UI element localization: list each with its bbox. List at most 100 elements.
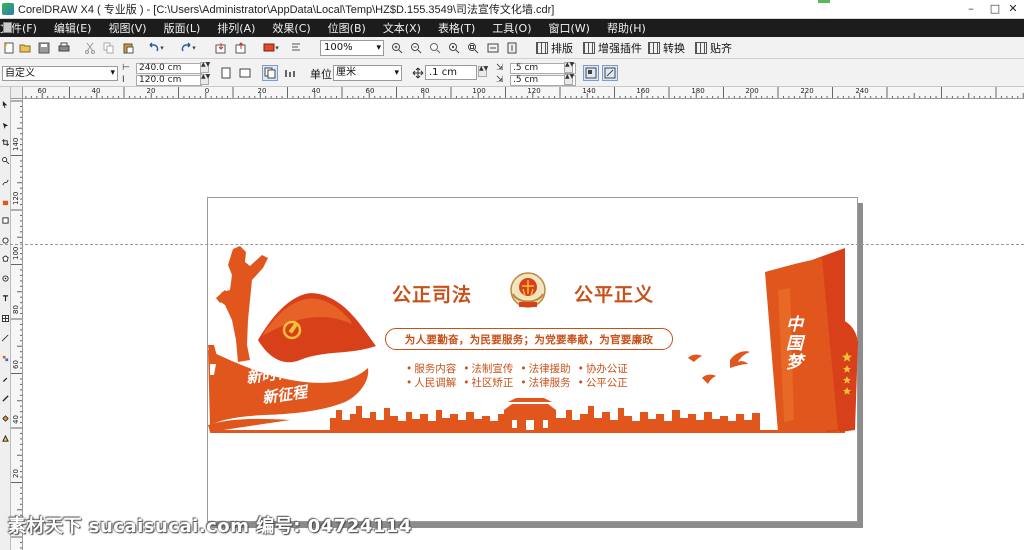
convert-button[interactable]: 转换 xyxy=(648,40,685,56)
redo-icon[interactable]: ▾ xyxy=(177,40,199,56)
drawing-canvas[interactable] xyxy=(23,99,1024,550)
dimension-tool-icon[interactable] xyxy=(1,333,10,343)
app-launcher-icon[interactable]: ▾ xyxy=(259,40,283,56)
h-ruler-label: 180 xyxy=(691,87,705,95)
interactive-fill-tool-icon[interactable] xyxy=(1,433,10,443)
page-height-field[interactable]: I 120.0 cm xyxy=(122,74,202,86)
dup-y-spinner[interactable]: ▲▼ xyxy=(564,74,574,85)
height-icon: I xyxy=(122,75,125,85)
dup-x-spinner[interactable]: ▲▼ xyxy=(564,62,574,73)
width-spinner[interactable]: ▲▼ xyxy=(200,62,210,73)
nudge-distance-field[interactable]: .1 cm xyxy=(425,65,477,80)
slogan-text: 为人要勤奋，为民要服务；为党要奉献，为官要廉政 xyxy=(404,333,654,346)
v-ruler-label: 20 xyxy=(12,469,20,478)
save-icon[interactable] xyxy=(37,40,51,56)
snap-objects-icon[interactable] xyxy=(583,65,599,81)
export-icon[interactable] xyxy=(233,40,249,56)
outline-tool-icon[interactable] xyxy=(1,393,10,403)
landscape-icon[interactable] xyxy=(237,65,253,81)
green-indicator xyxy=(818,0,830,3)
table-tool-icon[interactable] xyxy=(1,313,10,323)
v-ruler-label: 140 xyxy=(12,137,20,151)
menu-effects[interactable]: 效果(C) xyxy=(272,20,310,36)
paste-icon[interactable] xyxy=(121,40,135,56)
page-width-field[interactable]: ⊢ 240.0 cm xyxy=(122,62,202,74)
new-document-icon[interactable] xyxy=(2,40,16,56)
zoom-level-select[interactable]: 100% xyxy=(320,40,384,56)
menu-bitmaps[interactable]: 位图(B) xyxy=(328,20,366,36)
menu-table[interactable]: 表格(T) xyxy=(438,20,475,36)
menu-help[interactable]: 帮助(H) xyxy=(607,20,646,36)
zoom-tool-icon[interactable] xyxy=(1,155,10,165)
menu-edit[interactable]: 编辑(E) xyxy=(54,20,92,36)
zoom-height-icon[interactable] xyxy=(505,40,519,56)
document-icon[interactable] xyxy=(3,22,12,33)
zoom-width-icon[interactable] xyxy=(486,40,500,56)
nudge-icon xyxy=(410,65,426,81)
v-ruler-label: 80 xyxy=(12,305,20,314)
copy-icon[interactable] xyxy=(102,40,116,56)
undo-icon[interactable]: ▾ xyxy=(145,40,167,56)
zoom-in-icon[interactable] xyxy=(390,40,404,56)
h-ruler-label: 20 xyxy=(146,87,156,95)
zoom-out-icon[interactable] xyxy=(409,40,423,56)
eyedropper-tool-icon[interactable] xyxy=(1,373,10,383)
text-tool-icon[interactable] xyxy=(1,293,10,303)
current-page-icon[interactable] xyxy=(282,65,298,81)
basic-shapes-tool-icon[interactable] xyxy=(1,273,10,283)
minimize-button[interactable]: – xyxy=(958,0,984,17)
polygon-tool-icon[interactable] xyxy=(1,253,10,263)
blend-tool-icon[interactable] xyxy=(1,353,10,363)
enhance-plugin-label: 增强插件 xyxy=(598,42,642,55)
smart-fill-tool-icon[interactable] xyxy=(1,197,10,207)
menu-view[interactable]: 视图(V) xyxy=(108,20,146,36)
menu-tools[interactable]: 工具(O) xyxy=(492,20,531,36)
menu-window[interactable]: 窗口(W) xyxy=(549,20,590,36)
zoom-selected-icon[interactable] xyxy=(428,40,442,56)
crop-tool-icon[interactable] xyxy=(1,137,10,147)
menu-arrange[interactable]: 排列(A) xyxy=(217,20,255,36)
watermark-text: 素材天下 sucaisucai.com 编号: 04724114 xyxy=(8,516,412,537)
enhance-plugin-button[interactable]: 增强插件 xyxy=(583,40,642,56)
v-ruler-label: 120 xyxy=(12,191,20,205)
page-border[interactable] xyxy=(207,197,858,522)
all-pages-icon[interactable] xyxy=(262,65,278,81)
ruler-origin[interactable] xyxy=(11,87,23,99)
horizontal-ruler[interactable]: 60 40 20 0 20 40 60 80 100 120 140 160 1… xyxy=(11,87,1024,99)
nudge-spinner[interactable]: ▲▼ xyxy=(478,66,488,77)
h-ruler-label: 160 xyxy=(636,87,650,95)
vertical-ruler[interactable]: 140 120 100 80 60 40 20 xyxy=(11,99,23,550)
menu-text[interactable]: 文本(X) xyxy=(383,20,421,36)
dup-x-icon: ⇲ xyxy=(496,63,504,73)
service-item: 法制宣传 xyxy=(463,361,513,376)
close-button[interactable]: ✕ xyxy=(1000,0,1024,17)
pick-tool-icon[interactable] xyxy=(1,99,10,109)
rectangle-tool-icon[interactable] xyxy=(1,215,10,225)
cut-icon[interactable] xyxy=(83,40,97,56)
shape-tool-icon[interactable] xyxy=(1,120,10,130)
service-item: 公平公正 xyxy=(578,375,628,390)
toolbox xyxy=(0,87,11,550)
portrait-icon[interactable] xyxy=(218,65,234,81)
print-icon[interactable] xyxy=(57,40,71,56)
coreldraw-app-icon xyxy=(2,3,14,15)
width-icon: ⊢ xyxy=(122,63,130,73)
welcome-screen-icon[interactable] xyxy=(289,40,303,56)
unit-select[interactable]: 厘米 xyxy=(333,65,402,81)
page-preset-select[interactable]: 自定义 xyxy=(2,66,118,81)
fill-tool-icon[interactable] xyxy=(1,413,10,423)
paiban-button[interactable]: 排版 xyxy=(536,40,573,56)
height-spinner[interactable]: ▲▼ xyxy=(200,74,210,85)
zoom-all-icon[interactable] xyxy=(447,40,461,56)
h-ruler-label: 120 xyxy=(527,87,541,95)
open-folder-icon[interactable] xyxy=(18,40,32,56)
title-right: 公平正义 xyxy=(574,284,655,306)
snap-button[interactable]: 贴齐 xyxy=(695,40,732,56)
zoom-page-icon[interactable] xyxy=(466,40,480,56)
h-ruler-label: 220 xyxy=(800,87,814,95)
freehand-tool-icon[interactable] xyxy=(1,177,10,187)
import-icon[interactable] xyxy=(213,40,229,56)
menu-layout[interactable]: 版面(L) xyxy=(164,20,201,36)
horizontal-guideline[interactable] xyxy=(0,244,1024,245)
treat-as-filled-icon[interactable] xyxy=(602,65,618,81)
